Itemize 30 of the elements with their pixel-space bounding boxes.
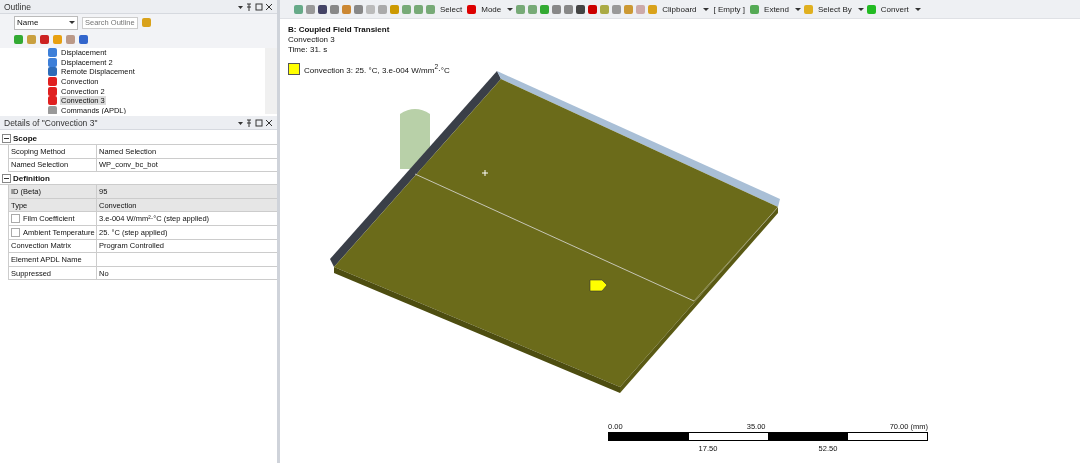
time-label: Time: 31. s [288, 45, 329, 54]
toolbar-button[interactable]: Extend [764, 4, 789, 14]
collapse-toggle[interactable] [2, 133, 11, 143]
filter-value: Name [17, 18, 39, 27]
section-title: Definition [13, 173, 50, 183]
checkbox[interactable] [11, 227, 20, 237]
caret-icon [507, 7, 514, 11]
legend-label: Convection 3: 25. °C, 3.e-004 W/mm$^{2}$·°C [304, 63, 450, 75]
object-name: Convection 3 [288, 35, 336, 44]
pane-controls-icon[interactable] [237, 118, 273, 127]
collapse-toggle[interactable] [2, 173, 11, 183]
load-marker-icon [589, 279, 608, 292]
selection-label: [ Empty ] [713, 4, 746, 14]
section-title: Scope [13, 133, 37, 143]
pane-title: Details of "Convection 3" [4, 117, 98, 128]
caret-icon [857, 7, 864, 11]
analysis-title: B: Coupled Field Transient [288, 25, 391, 34]
toolbar-button[interactable]: Select [440, 4, 463, 14]
caret-icon [794, 7, 801, 11]
checkbox[interactable] [11, 214, 20, 224]
toolbar-button[interactable]: Convert [880, 4, 909, 14]
toolbar-button[interactable]: Select By [817, 4, 852, 14]
toolbar-button[interactable]: Mode [481, 4, 502, 14]
caret-icon [69, 21, 75, 24]
caret-icon [702, 7, 709, 11]
toolbar-button[interactable]: Clipboard [662, 4, 697, 14]
filter-dropdown[interactable]: Name [14, 15, 78, 30]
pane-title: Outline [4, 1, 31, 12]
pane-controls-icon[interactable] [237, 2, 273, 11]
caret-icon [914, 7, 921, 11]
